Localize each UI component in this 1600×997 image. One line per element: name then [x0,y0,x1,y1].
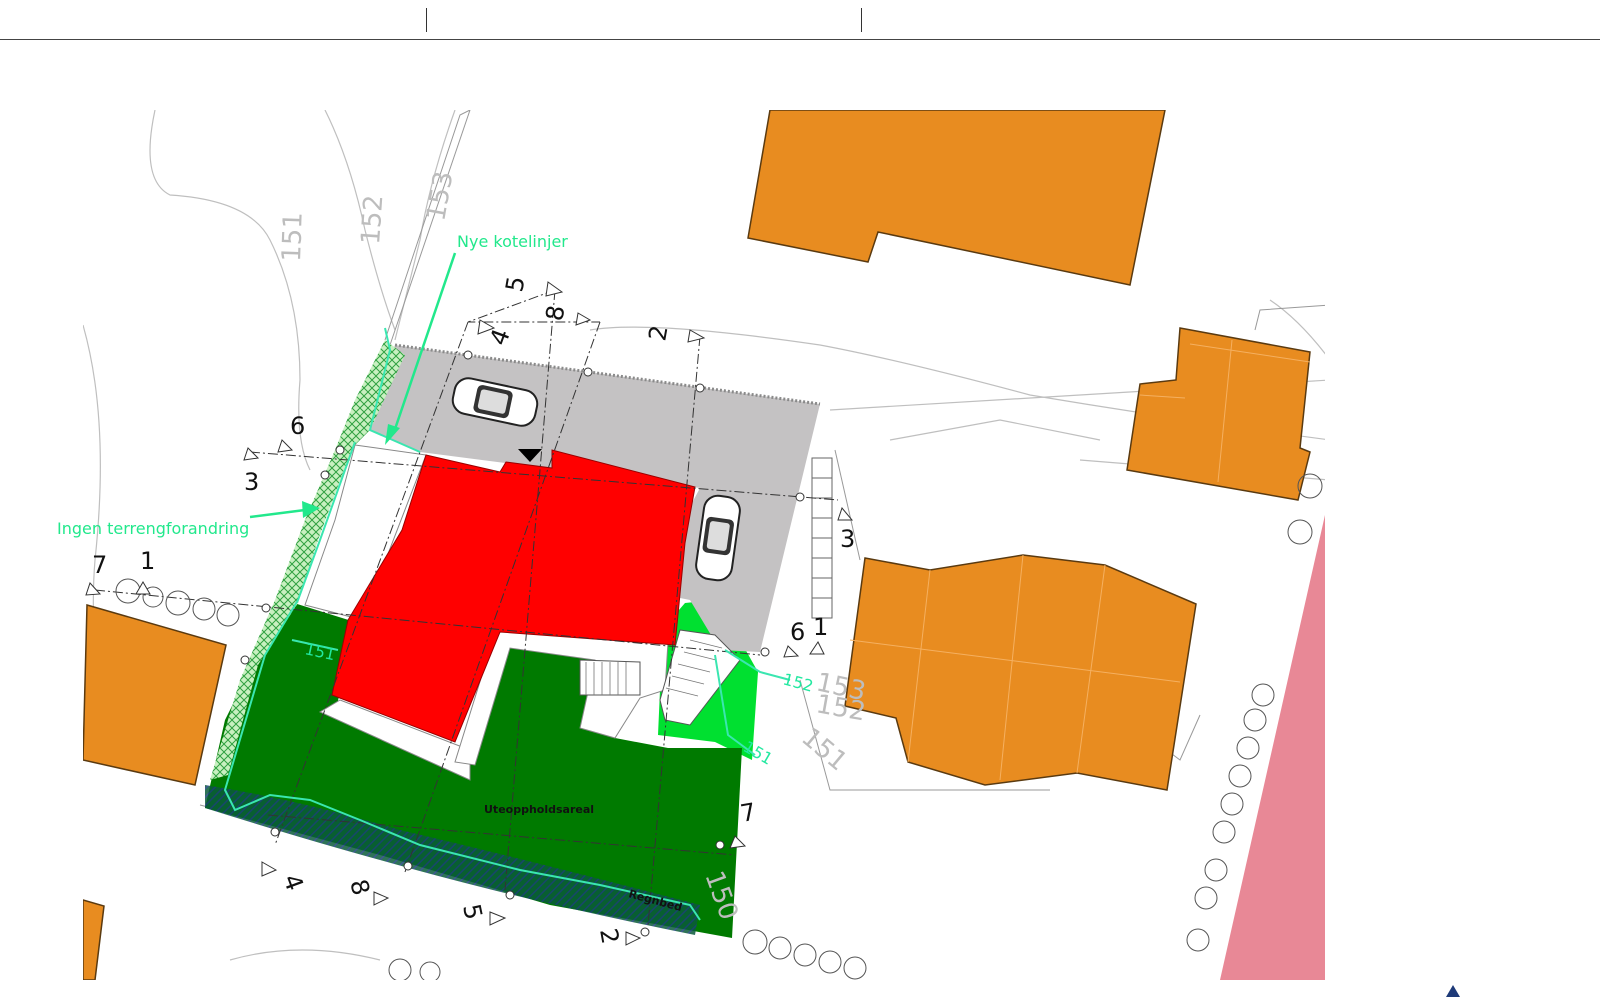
section-number: 5 [500,274,530,294]
existing-building [747,110,1166,286]
section-number: 3 [840,525,855,553]
north-arrow-icon [1446,985,1460,997]
section-number: 8 [540,303,570,323]
section-number: 1 [140,547,155,575]
section-number: 3 [244,468,259,496]
section-number: 4 [277,870,309,894]
section-number: 7 [738,798,758,828]
road-zone [1220,515,1325,980]
contour-label: 151 [277,212,309,263]
section-number: 6 [290,412,305,440]
outdoor-area-label: Uteoppholdsareal [484,803,594,816]
existing-building [844,554,1197,791]
section-number: 8 [344,876,375,898]
existing-building [83,899,105,980]
new-contours-annotation: Nye kotelinjer [457,232,568,251]
section-number: 1 [813,613,828,641]
section-number: 6 [790,618,805,646]
section-number: 2 [643,323,673,343]
section-number: 5 [457,901,488,922]
contour-label: 153 [421,169,459,223]
section-number: 2 [594,926,624,946]
contour-label: 151 [796,722,853,777]
no-terrain-change-annotation: Ingen terrengforandring [57,519,249,538]
site-plan: 151 152 153 153 152 151 150 151 152 151 … [57,110,1325,980]
contour-label: 152 [356,194,389,246]
new-contour-label: 152 [781,670,815,696]
existing-building [83,604,227,786]
section-number: 7 [92,551,107,579]
